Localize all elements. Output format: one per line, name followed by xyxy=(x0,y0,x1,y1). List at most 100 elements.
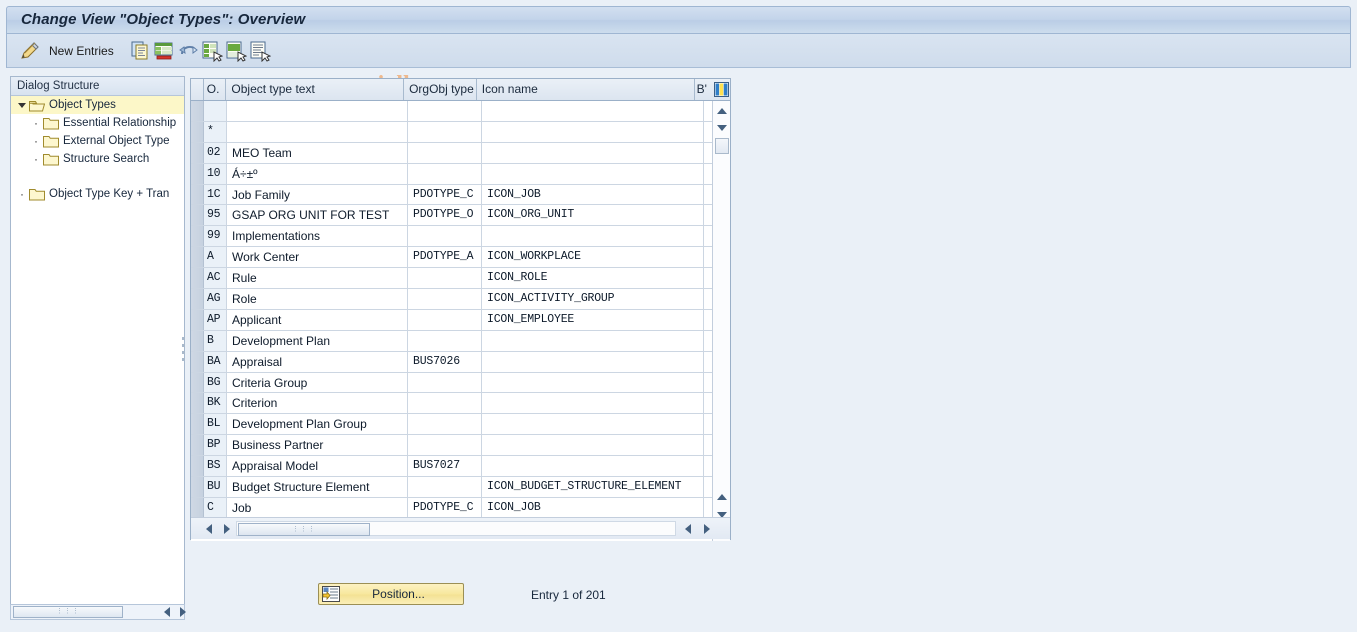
table-row[interactable]: C Job PDOTYPE_C ICON_JOB xyxy=(191,497,712,519)
cell-icon[interactable]: ICON_JOB xyxy=(482,184,704,205)
table-row[interactable]: A Work Center PDOTYPE_A ICON_WORKPLACE xyxy=(191,247,712,269)
table-row[interactable]: B Development Plan xyxy=(191,330,712,352)
cell-text[interactable]: Criteria Group xyxy=(227,372,408,393)
cell-org[interactable]: PDOTYPE_C xyxy=(408,184,482,205)
cell-icon[interactable] xyxy=(482,121,704,142)
cell-text[interactable]: Appraisal xyxy=(227,351,408,372)
cell-truncated[interactable] xyxy=(704,477,712,497)
cell-text[interactable]: Work Center xyxy=(227,247,408,268)
cell-truncated[interactable] xyxy=(704,289,712,309)
cell-icon[interactable]: ICON_JOB xyxy=(482,497,704,518)
table-row[interactable]: BA Appraisal BUS7026 xyxy=(191,351,712,373)
row-select-button[interactable] xyxy=(191,414,204,435)
table-row[interactable]: BK Criterion xyxy=(191,393,712,415)
table-row[interactable]: BP Business Partner xyxy=(191,435,712,457)
sidebar-item-essential-relationship[interactable]: · Essential Relationship xyxy=(11,114,184,132)
column-header-otype[interactable]: O. xyxy=(203,79,227,100)
cell-truncated[interactable] xyxy=(704,121,712,142)
row-select-button[interactable] xyxy=(191,247,204,268)
cell-truncated[interactable] xyxy=(704,101,712,121)
sidebar-item-object-types[interactable]: Object Types xyxy=(11,96,184,114)
table-row[interactable]: 99 Implementations xyxy=(191,226,712,248)
column-header-select-all[interactable] xyxy=(191,79,204,100)
cell-org[interactable] xyxy=(408,101,482,121)
sidebar-item-object-type-key-tran[interactable]: · Object Type Key + Tran xyxy=(11,185,184,203)
cell-icon[interactable] xyxy=(482,393,704,414)
cell-text[interactable]: Job xyxy=(227,497,408,518)
cell-truncated[interactable] xyxy=(704,184,712,205)
cell-org[interactable]: PDOTYPE_O xyxy=(408,205,482,226)
cell-org[interactable] xyxy=(408,372,482,393)
cell-icon[interactable] xyxy=(482,372,704,393)
cell-otype[interactable]: 02 xyxy=(204,142,227,163)
cell-truncated[interactable] xyxy=(704,330,712,351)
cell-org[interactable]: BUS7027 xyxy=(408,456,482,477)
cell-icon[interactable]: ICON_EMPLOYEE xyxy=(482,309,704,330)
copy-as-button[interactable] xyxy=(129,39,151,63)
new-entries-button[interactable]: New Entries xyxy=(49,39,114,63)
table-row[interactable]: AP Applicant ICON_EMPLOYEE xyxy=(191,309,712,331)
cell-text[interactable]: Job Family xyxy=(227,184,408,205)
cell-text[interactable]: Budget Structure Element xyxy=(227,477,408,497)
cell-otype[interactable]: BK xyxy=(204,393,227,414)
cell-otype[interactable]: BU xyxy=(204,477,227,497)
cell-icon[interactable] xyxy=(482,435,704,456)
cell-org[interactable] xyxy=(408,435,482,456)
position-button[interactable]: Position... xyxy=(318,583,464,605)
cell-truncated[interactable] xyxy=(704,163,712,184)
cell-org[interactable] xyxy=(408,268,482,289)
table-scroll-down-button[interactable] xyxy=(714,120,730,136)
row-select-button[interactable] xyxy=(191,121,204,142)
cell-truncated[interactable] xyxy=(704,309,712,330)
cell-text[interactable]: Applicant xyxy=(227,309,408,330)
row-select-button[interactable] xyxy=(191,372,204,393)
cell-text[interactable]: Rule xyxy=(227,268,408,289)
column-configuration-button[interactable] xyxy=(712,79,730,100)
cell-icon[interactable] xyxy=(482,330,704,351)
row-select-button[interactable] xyxy=(191,268,204,289)
expand-collapse-icon[interactable] xyxy=(15,96,29,114)
cell-org[interactable] xyxy=(408,309,482,330)
cell-otype[interactable] xyxy=(204,101,227,121)
cell-org[interactable] xyxy=(408,289,482,309)
cell-otype[interactable]: B xyxy=(204,330,227,351)
row-select-button[interactable] xyxy=(191,142,204,163)
table-row[interactable]: 1C Job Family PDOTYPE_C ICON_JOB xyxy=(191,184,712,206)
cell-org[interactable] xyxy=(408,330,482,351)
cell-text[interactable]: Appraisal Model xyxy=(227,456,408,477)
table-horizontal-scrollbar[interactable]: ⋮⋮⋮ xyxy=(191,517,730,539)
row-select-button[interactable] xyxy=(191,351,204,372)
cell-icon[interactable]: ICON_BUDGET_STRUCTURE_ELEMENT xyxy=(482,477,704,497)
cell-text[interactable] xyxy=(227,101,408,121)
table-row[interactable]: BG Criteria Group xyxy=(191,372,712,394)
cell-otype[interactable]: 99 xyxy=(204,226,227,247)
cell-truncated[interactable] xyxy=(704,247,712,268)
cell-org[interactable] xyxy=(408,477,482,497)
cell-icon[interactable]: ICON_ACTIVITY_GROUP xyxy=(482,289,704,309)
table-scroll-left-button[interactable] xyxy=(201,522,216,536)
table-row[interactable]: 10 Á÷±º xyxy=(191,163,712,185)
cell-text[interactable]: MEO Team xyxy=(227,142,408,163)
row-select-button[interactable] xyxy=(191,163,204,184)
cell-truncated[interactable] xyxy=(704,372,712,393)
cell-org[interactable] xyxy=(408,163,482,184)
cell-truncated[interactable] xyxy=(704,268,712,289)
sidebar-item-external-object-type[interactable]: · External Object Type xyxy=(11,132,184,150)
cell-otype[interactable]: BG xyxy=(204,372,227,393)
row-select-button[interactable] xyxy=(191,101,204,121)
table-row[interactable]: AG Role ICON_ACTIVITY_GROUP xyxy=(191,289,712,310)
row-select-button[interactable] xyxy=(191,477,204,497)
cell-truncated[interactable] xyxy=(704,435,712,456)
table-hscroll-thumb[interactable]: ⋮⋮⋮ xyxy=(238,523,370,536)
cell-otype[interactable]: 95 xyxy=(204,205,227,226)
table-row[interactable]: * xyxy=(191,121,712,143)
table-row[interactable]: BS Appraisal Model BUS7027 xyxy=(191,456,712,478)
cell-org[interactable] xyxy=(408,393,482,414)
row-select-button[interactable] xyxy=(191,184,204,205)
table-row[interactable]: BU Budget Structure Element ICON_BUDGET_ST… xyxy=(191,477,712,498)
cell-icon[interactable] xyxy=(482,414,704,435)
select-layout-button[interactable] xyxy=(249,39,271,63)
cell-otype[interactable]: AG xyxy=(204,289,227,309)
sidebar-scroll-left-button[interactable] xyxy=(159,605,174,619)
table-vertical-scrollbar[interactable] xyxy=(712,101,730,541)
